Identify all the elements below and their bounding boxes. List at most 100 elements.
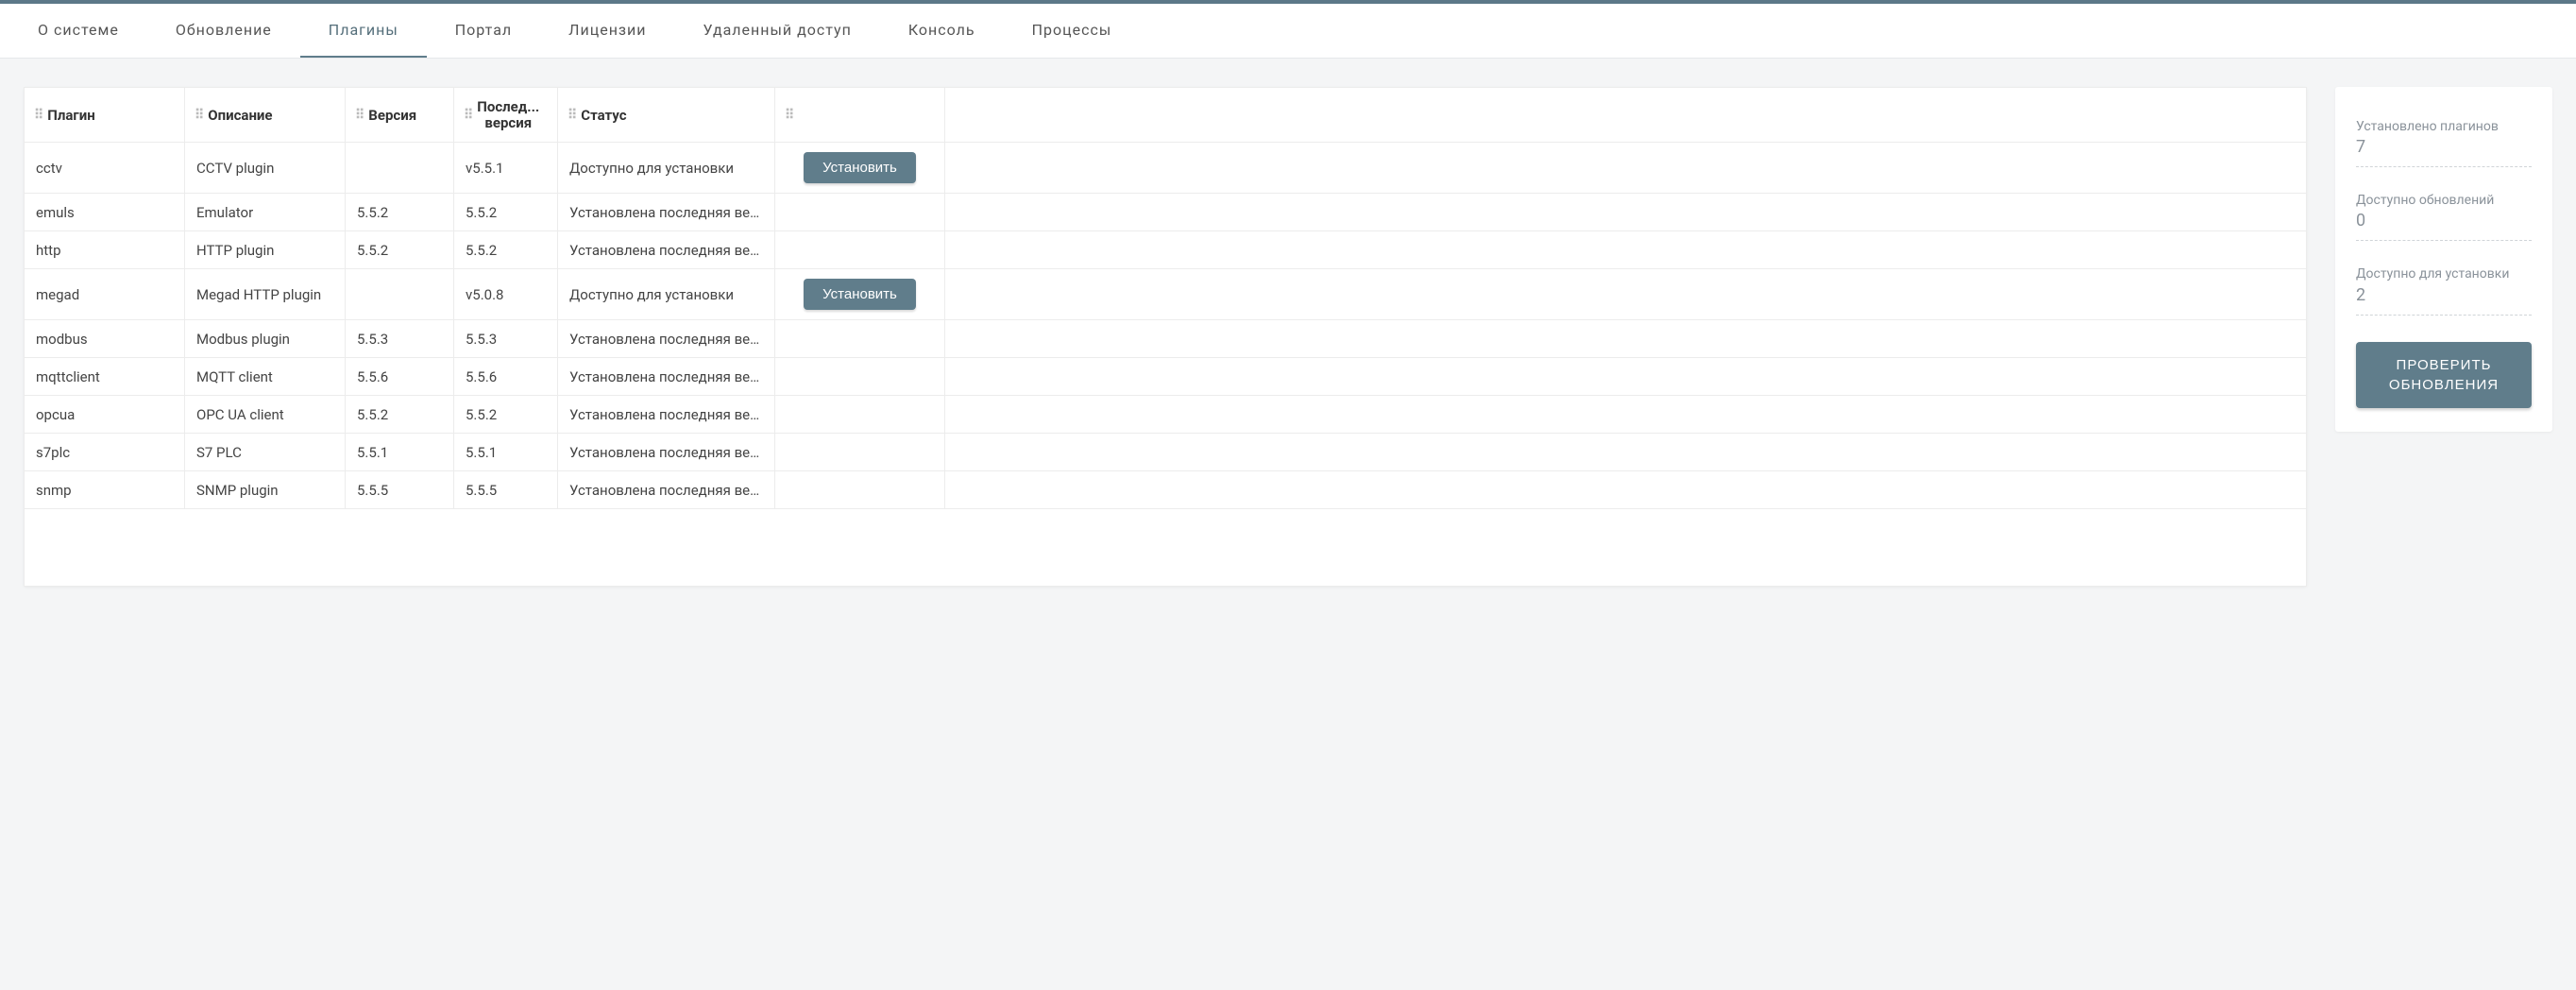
- drag-handle-icon[interactable]: ⠿: [195, 108, 202, 123]
- cell-version: 5.5.1: [346, 434, 454, 471]
- col-header-extra[interactable]: [945, 88, 2307, 143]
- content-area: ⠿Плагин ⠿ Описание ⠿ Версия ⠿ Послед...верс…: [0, 59, 2576, 615]
- cell-status: Установлена последняя вер...: [558, 471, 775, 509]
- col-header-description-label: Описание: [208, 107, 272, 124]
- cell-version: 5.5.2: [346, 231, 454, 269]
- install-button[interactable]: Установить: [804, 152, 916, 183]
- col-header-version[interactable]: ⠿ Версия: [346, 88, 454, 143]
- cell-plugin: http: [25, 231, 185, 269]
- tab-3[interactable]: Портал: [427, 4, 540, 58]
- cell-version: 5.5.6: [346, 358, 454, 396]
- summary-panel: Установлено плагинов 7 Доступно обновлен…: [2335, 87, 2552, 432]
- col-header-version-label: Версия: [368, 107, 416, 124]
- cell-version: 5.5.3: [346, 320, 454, 358]
- tab-2[interactable]: Плагины: [300, 4, 427, 58]
- cell-status: Установлена последняя вер...: [558, 434, 775, 471]
- cell-status: Установлена последняя вер...: [558, 358, 775, 396]
- stat-updates-value: 0: [2356, 211, 2532, 230]
- stat-installed-value: 7: [2356, 137, 2532, 157]
- cell-status: Доступно для установки: [558, 143, 775, 194]
- cell-status: Установлена последняя вер...: [558, 194, 775, 231]
- drag-handle-icon[interactable]: ⠿: [464, 108, 471, 123]
- cell-description: OPC UA client: [185, 396, 346, 434]
- drag-handle-icon[interactable]: ⠿: [785, 108, 792, 123]
- cell-plugin: emuls: [25, 194, 185, 231]
- cell-plugin: modbus: [25, 320, 185, 358]
- cell-description: Megad HTTP plugin: [185, 269, 346, 320]
- cell-extra: [945, 320, 2307, 358]
- cell-extra: [945, 471, 2307, 509]
- filler-cell: [25, 509, 2307, 587]
- cell-latest: 5.5.3: [454, 320, 558, 358]
- cell-extra: [945, 269, 2307, 320]
- tab-5[interactable]: Удаленный доступ: [675, 4, 880, 58]
- cell-action: [775, 320, 945, 358]
- cell-plugin: cctv: [25, 143, 185, 194]
- cell-action: [775, 471, 945, 509]
- tab-7[interactable]: Процессы: [1004, 4, 1141, 58]
- cell-description: Emulator: [185, 194, 346, 231]
- cell-extra: [945, 396, 2307, 434]
- cell-status: Установлена последняя вер...: [558, 320, 775, 358]
- cell-plugin: snmp: [25, 471, 185, 509]
- col-header-status[interactable]: ⠿ Статус: [558, 88, 775, 143]
- cell-version: 5.5.2: [346, 194, 454, 231]
- tab-bar: О системеОбновлениеПлагиныПорталЛицензии…: [0, 4, 2576, 59]
- tab-6[interactable]: Консоль: [880, 4, 1004, 58]
- table-row: snmpSNMP plugin5.5.55.5.5Установлена пос…: [25, 471, 2307, 509]
- drag-handle-icon[interactable]: ⠿: [568, 108, 575, 123]
- cell-action: [775, 358, 945, 396]
- col-header-status-label: Статус: [581, 107, 626, 124]
- cell-description: MQTT client: [185, 358, 346, 396]
- table-row: opcuaOPC UA client5.5.25.5.2Установлена …: [25, 396, 2307, 434]
- stat-available-value: 2: [2356, 285, 2532, 305]
- tab-1[interactable]: Обновление: [147, 4, 300, 58]
- cell-extra: [945, 143, 2307, 194]
- cell-action: Установить: [775, 269, 945, 320]
- cell-version: [346, 269, 454, 320]
- cell-latest: 5.5.5: [454, 471, 558, 509]
- table-row: megadMegad HTTP pluginv5.0.8Доступно для…: [25, 269, 2307, 320]
- drag-handle-icon[interactable]: ⠿: [355, 108, 363, 123]
- cell-status: Установлена последняя вер...: [558, 231, 775, 269]
- cell-extra: [945, 231, 2307, 269]
- cell-description: SNMP plugin: [185, 471, 346, 509]
- plugins-table: ⠿Плагин ⠿ Описание ⠿ Версия ⠿ Послед...верс…: [24, 87, 2307, 587]
- filler-row: [25, 509, 2307, 587]
- cell-extra: [945, 434, 2307, 471]
- cell-extra: [945, 194, 2307, 231]
- table-row: emulsEmulator5.5.25.5.2Установлена после…: [25, 194, 2307, 231]
- col-header-action[interactable]: ⠿: [775, 88, 945, 143]
- plugins-table-panel: ⠿Плагин ⠿ Описание ⠿ Версия ⠿ Послед...верс…: [24, 87, 2307, 587]
- cell-version: 5.5.2: [346, 396, 454, 434]
- drag-handle-icon[interactable]: ⠿: [34, 108, 42, 123]
- stat-installed: Установлено плагинов 7: [2356, 111, 2532, 167]
- col-header-latest-label: Послед...версия: [477, 99, 539, 130]
- cell-latest: 5.5.2: [454, 231, 558, 269]
- cell-action: Установить: [775, 143, 945, 194]
- cell-action: [775, 396, 945, 434]
- tab-4[interactable]: Лицензии: [540, 4, 674, 58]
- tab-0[interactable]: О системе: [9, 4, 147, 58]
- cell-plugin: mqttclient: [25, 358, 185, 396]
- col-header-latest[interactable]: ⠿ Послед...версия: [454, 88, 558, 143]
- cell-status: Доступно для установки: [558, 269, 775, 320]
- install-button[interactable]: Установить: [804, 279, 916, 310]
- col-header-description[interactable]: ⠿ Описание: [185, 88, 346, 143]
- table-row: cctvCCTV pluginv5.5.1Доступно для устано…: [25, 143, 2307, 194]
- table-row: httpHTTP plugin5.5.25.5.2Установлена пос…: [25, 231, 2307, 269]
- cell-description: S7 PLC: [185, 434, 346, 471]
- cell-description: Modbus plugin: [185, 320, 346, 358]
- cell-latest: 5.5.2: [454, 194, 558, 231]
- check-updates-button[interactable]: ПРОВЕРИТЬ ОБНОВЛЕНИЯ: [2356, 342, 2532, 408]
- table-row: modbusModbus plugin5.5.35.5.3Установлена…: [25, 320, 2307, 358]
- cell-action: [775, 231, 945, 269]
- col-header-plugin[interactable]: ⠿Плагин: [25, 88, 185, 143]
- stat-available: Доступно для установки 2: [2356, 258, 2532, 315]
- cell-version: 5.5.5: [346, 471, 454, 509]
- table-row: s7plcS7 PLC5.5.15.5.1Установлена последн…: [25, 434, 2307, 471]
- cell-latest: 5.5.2: [454, 396, 558, 434]
- table-row: mqttclientMQTT client5.5.65.5.6Установле…: [25, 358, 2307, 396]
- cell-plugin: opcua: [25, 396, 185, 434]
- cell-latest: 5.5.6: [454, 358, 558, 396]
